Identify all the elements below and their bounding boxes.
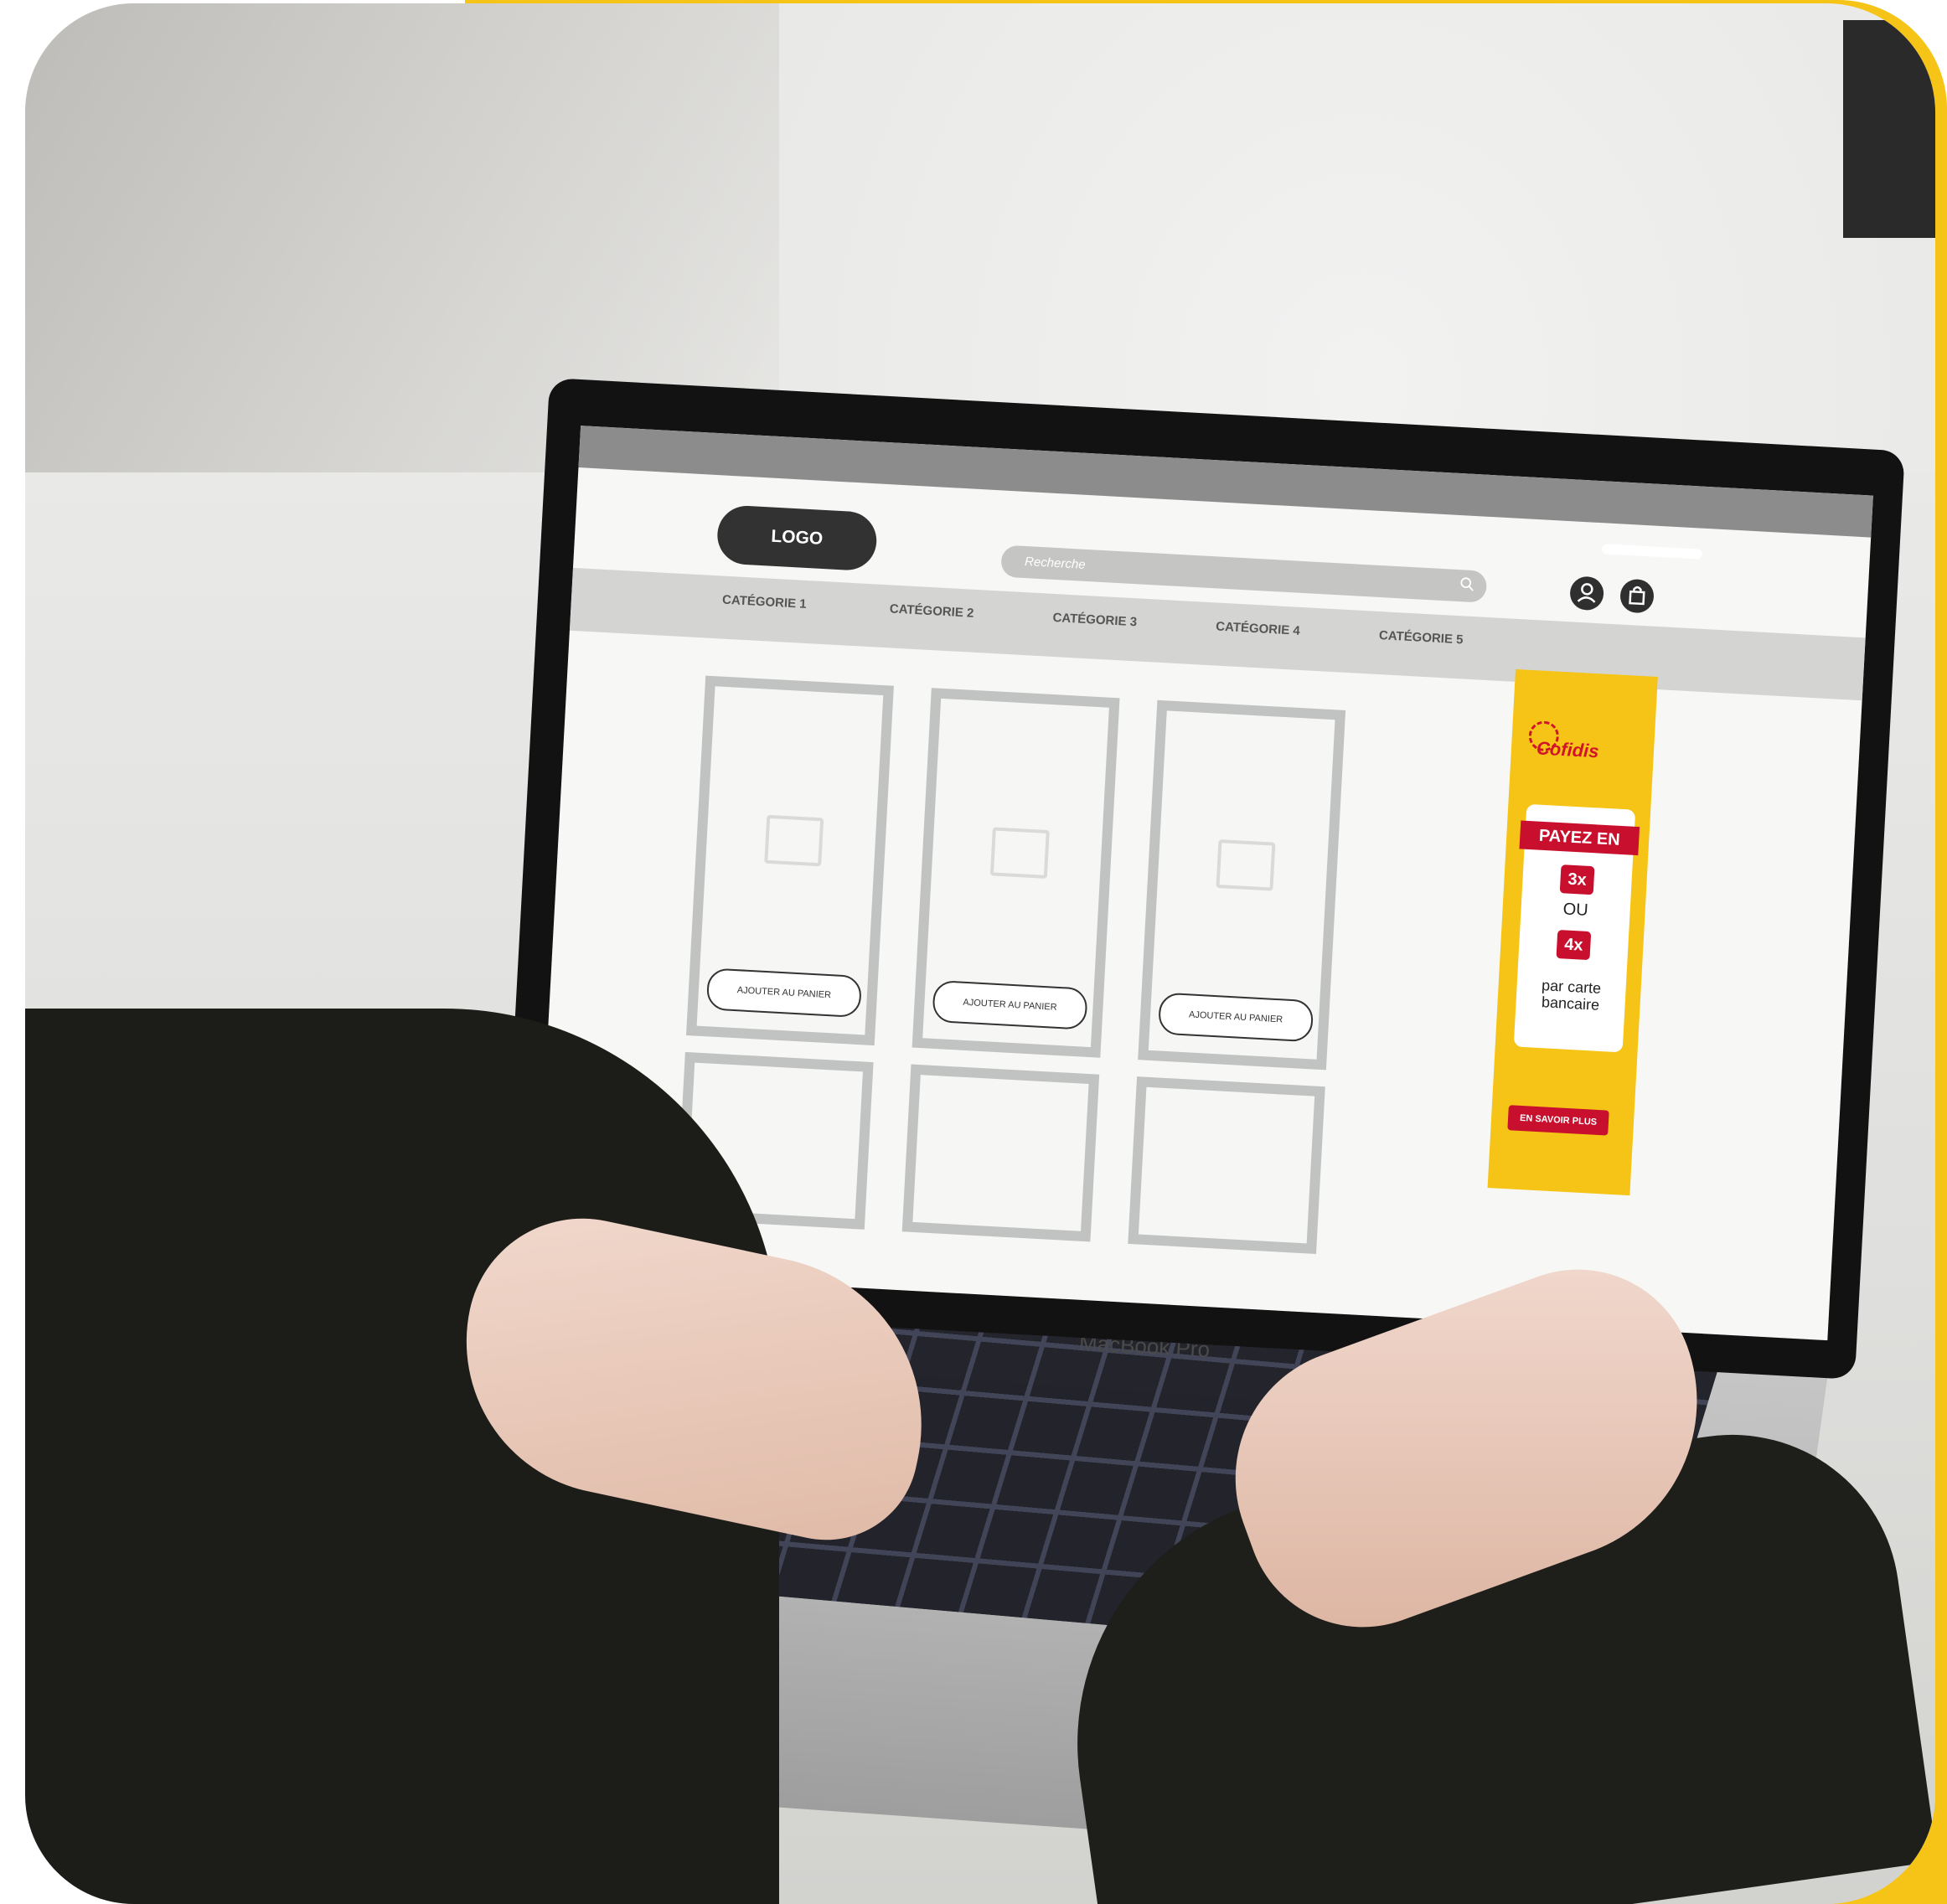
payment-subtext: par carte bancaire — [1541, 977, 1602, 1014]
search-icon[interactable] — [1459, 576, 1475, 592]
product-card[interactable] — [901, 1064, 1100, 1242]
dark-object — [1843, 20, 1935, 238]
add-to-cart-button[interactable]: AJOUTER AU PANIER — [932, 979, 1088, 1030]
product-card[interactable]: AJOUTER AU PANIER — [912, 688, 1120, 1058]
option-3x-badge: 3x — [1559, 864, 1595, 895]
product-card[interactable]: AJOUTER AU PANIER — [685, 675, 894, 1046]
image-placeholder-icon — [989, 827, 1050, 879]
cofidis-banner[interactable]: Cofidis PAYEZ EN 3x OU 4x par carte banc… — [1487, 668, 1658, 1196]
add-to-cart-button[interactable]: AJOUTER AU PANIER — [705, 967, 863, 1019]
product-card[interactable]: AJOUTER AU PANIER — [1138, 699, 1346, 1071]
shopping-bag-icon[interactable] — [1619, 578, 1655, 614]
option-4x-badge: 4x — [1556, 930, 1592, 961]
learn-more-button[interactable]: EN SAVOIR PLUS — [1507, 1105, 1609, 1136]
add-to-cart-button[interactable]: AJOUTER AU PANIER — [1157, 992, 1314, 1043]
account-icon[interactable] — [1569, 575, 1605, 611]
brand-logo: Cofidis — [1536, 737, 1600, 762]
photo-scene: MacBook Pro LOGO Recherche CATÉGORIE 1 C… — [25, 3, 1935, 1904]
search-placeholder: Recherche — [1024, 555, 1087, 572]
headline: PAYEZ EN — [1519, 820, 1640, 856]
payment-offer: PAYEZ EN 3x OU 4x par carte bancaire — [1513, 803, 1640, 1053]
product-card[interactable] — [1128, 1076, 1325, 1255]
image-placeholder-icon — [1216, 838, 1276, 891]
separator: OU — [1562, 900, 1589, 920]
image-placeholder-icon — [764, 814, 824, 867]
logo-placeholder[interactable]: LOGO — [715, 504, 879, 572]
menu-line — [1601, 544, 1703, 560]
